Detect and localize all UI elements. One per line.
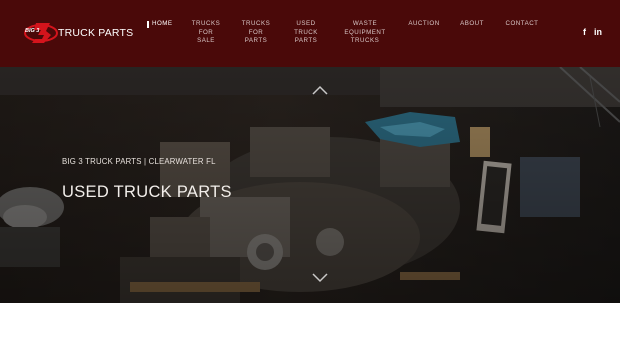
linkedin-icon[interactable]: in [594,27,602,37]
chevron-down-icon[interactable] [312,273,328,283]
facebook-icon[interactable]: f [583,27,586,37]
nav-about[interactable]: ABOUT [456,20,488,29]
nav-used-truck-parts[interactable]: USED TRUCK PARTS [288,20,324,46]
nav-contact[interactable]: CONTACT [502,20,542,29]
nav-home[interactable]: HOME [152,20,174,29]
site-header: BIG 3 TRUCK PARTS HOME TRUCKS FOR SALE T… [0,0,620,67]
site-logo[interactable]: BIG 3 TRUCK PARTS [24,20,133,46]
hero-banner: BIG 3 TRUCK PARTS | CLEARWATER FL USED T… [0,67,620,303]
hero-title: USED TRUCK PARTS [62,183,232,201]
chevron-up-icon[interactable] [312,85,328,95]
logo-name: TRUCK PARTS [58,27,134,39]
nav-auction[interactable]: AUCTION [406,20,442,29]
nav-waste-equipment-trucks[interactable]: WASTE EQUIPMENT TRUCKS [340,20,390,46]
hero-subtitle: BIG 3 TRUCK PARTS | CLEARWATER FL [62,157,216,166]
nav-trucks-for-parts[interactable]: TRUCKS FOR PARTS [238,20,274,46]
active-nav-marker [147,21,149,28]
logo-mark-text: BIG 3 [25,28,39,34]
nav-trucks-for-sale[interactable]: TRUCKS FOR SALE [188,20,224,46]
